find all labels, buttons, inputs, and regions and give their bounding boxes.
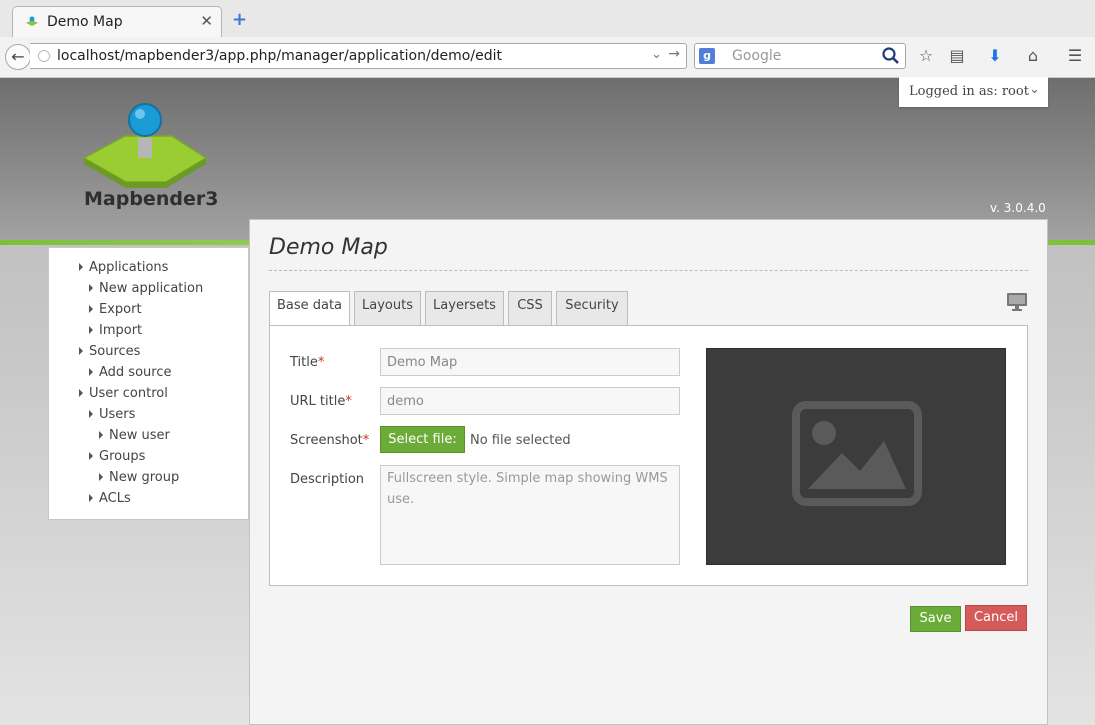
select-file-button[interactable]: Select file:: [380, 426, 465, 453]
download-icon[interactable]: ⬇: [984, 45, 1006, 67]
google-engine-icon[interactable]: g: [699, 48, 715, 64]
page-title: Demo Map: [269, 235, 388, 260]
sidebar-item-groups[interactable]: Groups: [89, 449, 145, 464]
caret-right-icon: [89, 451, 93, 460]
caret-right-icon: [79, 262, 83, 271]
sidebar-item-label: Applications: [89, 260, 169, 275]
caret-right-icon: [79, 388, 83, 397]
required-marker: *: [345, 394, 352, 409]
sidebar-item-label: User control: [89, 386, 168, 401]
go-arrow-icon[interactable]: →: [668, 46, 680, 62]
login-label: Logged in as: root: [909, 84, 1029, 99]
sidebar-item-new-application[interactable]: New application: [89, 281, 203, 296]
url-title-field-label: URL title*: [290, 394, 352, 409]
tab-base-data[interactable]: Base data: [269, 291, 350, 327]
screenshot-field-label: Screenshot*: [290, 433, 370, 448]
reading-list-icon[interactable]: ▤: [946, 45, 968, 67]
sidebar-item-label: ACLs: [99, 491, 131, 506]
chevron-down-icon: ⌄: [1029, 82, 1040, 97]
sidebar-item-new-group[interactable]: New group: [99, 470, 179, 485]
tab-security[interactable]: Security: [556, 291, 628, 325]
sidebar-item-label: Sources: [89, 344, 141, 359]
history-dropdown-icon[interactable]: ⌄: [651, 47, 662, 62]
mapbender-favicon-icon: [26, 16, 38, 26]
caret-right-icon: [89, 367, 93, 376]
description-field-label: Description: [290, 472, 365, 487]
tab-layouts[interactable]: Layouts: [354, 291, 421, 325]
title-field-label: Title*: [290, 355, 325, 370]
image-placeholder-icon: [792, 401, 922, 506]
sidebar-item-export[interactable]: Export: [89, 302, 142, 317]
browser-tab-strip: Demo Map ✕ +: [0, 0, 1095, 38]
address-url: localhost/mapbender3/app.php/manager/app…: [57, 48, 502, 64]
close-tab-icon[interactable]: ✕: [200, 12, 213, 30]
browser-nav-bar: ← localhost/mapbender3/app.php/manager/a…: [0, 37, 1095, 78]
menu-icon[interactable]: ☰: [1064, 45, 1086, 67]
new-tab-icon[interactable]: +: [232, 9, 247, 30]
sidebar-item-label: Users: [99, 407, 136, 422]
required-marker: *: [362, 433, 370, 448]
sidebar-item-label: Add source: [99, 365, 172, 380]
caret-right-icon: [89, 409, 93, 418]
search-bar[interactable]: g Google: [694, 43, 906, 69]
caret-right-icon: [89, 493, 93, 502]
browser-tab[interactable]: Demo Map ✕: [12, 6, 222, 37]
sidebar-item-label: New user: [109, 428, 170, 443]
sidebar-item-label: New group: [109, 470, 180, 485]
back-arrow-icon[interactable]: ←: [5, 44, 31, 70]
browser-tab-title: Demo Map: [47, 14, 123, 30]
sidebar-item-acls[interactable]: ACLs: [89, 491, 131, 506]
sidebar-item-new-user[interactable]: New user: [99, 428, 170, 443]
sidebar-item-label: Import: [99, 323, 143, 338]
sidebar-item-sources[interactable]: Sources: [79, 344, 140, 359]
caret-right-icon: [89, 325, 93, 334]
sidebar-item-applications[interactable]: Applications: [79, 260, 168, 275]
cancel-button[interactable]: Cancel: [965, 605, 1027, 631]
description-field[interactable]: Fullscreen style. Simple map showing WMS…: [380, 465, 680, 565]
caret-right-icon: [79, 346, 83, 355]
sidebar-item-user-control[interactable]: User control: [79, 386, 168, 401]
home-icon[interactable]: ⌂: [1022, 45, 1044, 67]
required-marker: *: [317, 355, 325, 370]
bookmark-star-icon[interactable]: ☆: [915, 45, 937, 67]
search-icon[interactable]: [881, 46, 901, 66]
tab-layersets[interactable]: Layersets: [425, 291, 504, 325]
sidebar-item-label: New application: [99, 281, 204, 296]
url-title-field[interactable]: [380, 387, 680, 415]
sidebar-item-import[interactable]: Import: [89, 323, 142, 338]
title-divider: [269, 270, 1028, 271]
caret-right-icon: [89, 304, 93, 313]
caret-right-icon: [99, 430, 103, 439]
caret-right-icon: [89, 283, 93, 292]
sidebar-item-label: Groups: [99, 449, 146, 464]
globe-icon: [38, 50, 50, 62]
search-placeholder: Google: [732, 48, 782, 64]
title-field[interactable]: [380, 348, 680, 376]
no-file-status: No file selected: [470, 433, 571, 448]
sidebar-item-users[interactable]: Users: [89, 407, 135, 422]
login-dropdown[interactable]: Logged in as: root ⌄: [899, 77, 1048, 107]
sidebar-item-label: Export: [99, 302, 142, 317]
screenshot-preview: [706, 348, 1006, 565]
sidebar-nav: Applications New application Export Impo…: [48, 247, 249, 520]
monitor-icon[interactable]: [1006, 292, 1028, 312]
caret-right-icon: [99, 472, 103, 481]
tab-css[interactable]: CSS: [508, 291, 552, 325]
address-bar[interactable]: localhost/mapbender3/app.php/manager/app…: [30, 43, 687, 69]
brand-name: Mapbender3: [84, 188, 219, 210]
sidebar-item-add-source[interactable]: Add source: [89, 365, 171, 380]
app-version: v. 3.0.4.0: [990, 201, 1046, 215]
save-button[interactable]: Save: [910, 606, 961, 632]
